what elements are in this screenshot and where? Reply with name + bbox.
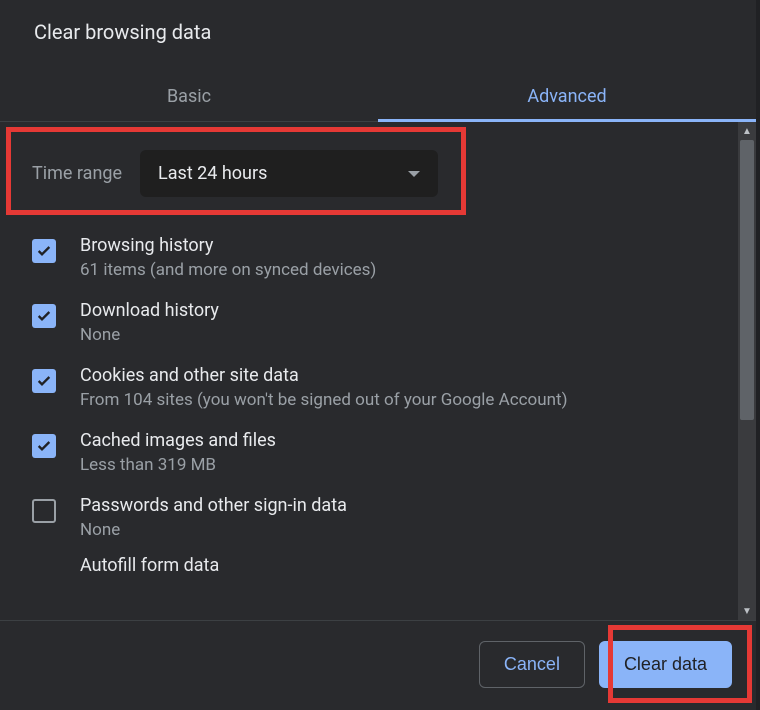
- item-title: Download history: [80, 300, 219, 321]
- item-row-passwords: Passwords and other sign-in data None: [0, 485, 738, 550]
- time-range-label: Time range: [32, 163, 122, 184]
- item-row-cookies: Cookies and other site data From 104 sit…: [0, 355, 738, 420]
- tab-advanced[interactable]: Advanced: [378, 72, 756, 121]
- scrollbar-up-icon[interactable]: ▲: [738, 122, 756, 140]
- tab-basic-label: Basic: [167, 86, 211, 107]
- scrollbar[interactable]: ▲ ▼: [738, 122, 756, 620]
- content-wrapper: Time range Last 24 hours Browsing histor…: [0, 122, 756, 620]
- checkbox-cache[interactable]: [32, 434, 56, 458]
- item-row-download-history: Download history None: [0, 290, 738, 355]
- tabs: Basic Advanced: [0, 72, 756, 122]
- scrollbar-thumb[interactable]: [740, 140, 754, 420]
- checkbox-browsing-history[interactable]: [32, 239, 56, 263]
- check-icon: [36, 373, 52, 389]
- cancel-button[interactable]: Cancel: [479, 641, 585, 688]
- check-icon: [36, 308, 52, 324]
- check-icon: [36, 438, 52, 454]
- item-text: Passwords and other sign-in data None: [80, 495, 347, 540]
- item-title: Passwords and other sign-in data: [80, 495, 347, 516]
- item-row-browsing-history: Browsing history 61 items (and more on s…: [0, 225, 738, 290]
- dialog-footer: Cancel Clear data: [0, 620, 756, 710]
- item-sub: 61 items (and more on synced devices): [80, 260, 376, 280]
- item-row-cache: Cached images and files Less than 319 MB: [0, 420, 738, 485]
- time-range-value: Last 24 hours: [158, 163, 267, 184]
- cancel-button-label: Cancel: [504, 654, 560, 674]
- scrollbar-down-icon[interactable]: ▼: [738, 602, 756, 620]
- tab-advanced-label: Advanced: [527, 86, 606, 107]
- checkbox-passwords[interactable]: [32, 499, 56, 523]
- time-range-select[interactable]: Last 24 hours: [140, 150, 438, 197]
- checkbox-cookies[interactable]: [32, 369, 56, 393]
- item-title: Browsing history: [80, 235, 376, 256]
- content: Time range Last 24 hours Browsing histor…: [0, 122, 738, 620]
- clear-browsing-data-dialog: Clear browsing data Basic Advanced Time …: [0, 0, 756, 710]
- item-sub: None: [80, 325, 219, 345]
- item-sub: Less than 319 MB: [80, 455, 276, 475]
- item-text: Download history None: [80, 300, 219, 345]
- item-text: Browsing history 61 items (and more on s…: [80, 235, 376, 280]
- item-title: Cached images and files: [80, 430, 276, 451]
- check-icon: [36, 243, 52, 259]
- checkbox-download-history[interactable]: [32, 304, 56, 328]
- item-sub: From 104 sites (you won't be signed out …: [80, 390, 568, 410]
- item-text: Cookies and other site data From 104 sit…: [80, 365, 568, 410]
- clear-data-button[interactable]: Clear data: [599, 641, 732, 688]
- time-range-row: Time range Last 24 hours: [0, 122, 738, 225]
- item-title: Cookies and other site data: [80, 365, 568, 386]
- item-title: Autofill form data: [80, 555, 219, 576]
- item-row-autofill: Autofill form data: [0, 550, 738, 576]
- item-sub: None: [80, 520, 347, 540]
- chevron-down-icon: [408, 171, 420, 177]
- dialog-title: Clear browsing data: [0, 0, 756, 44]
- item-text: Autofill form data: [80, 555, 219, 576]
- item-text: Cached images and files Less than 319 MB: [80, 430, 276, 475]
- tab-basic[interactable]: Basic: [0, 72, 378, 121]
- clear-data-button-label: Clear data: [624, 654, 707, 674]
